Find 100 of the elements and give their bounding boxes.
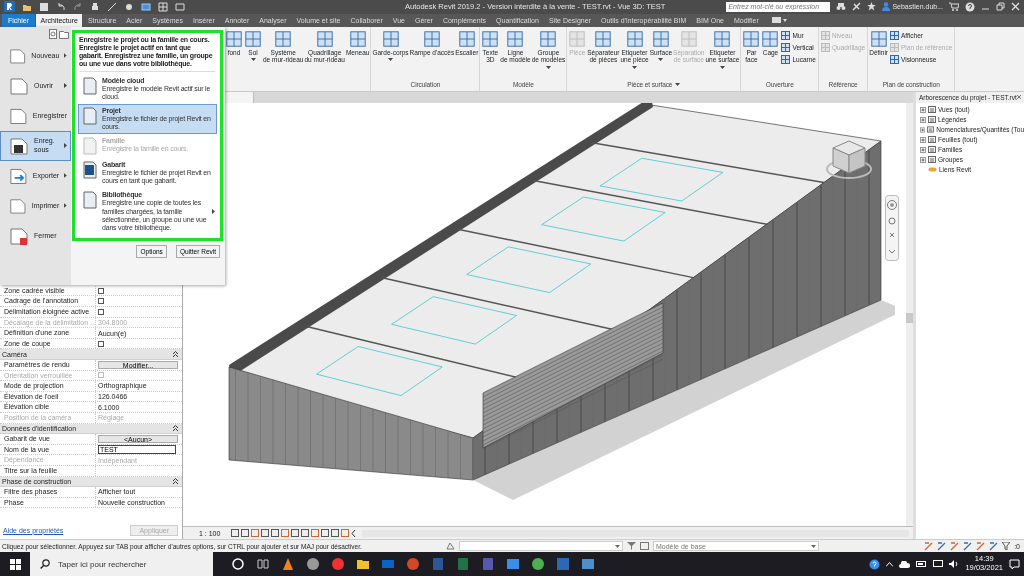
- expand-icon[interactable]: [920, 146, 926, 153]
- document-icon: [82, 191, 98, 210]
- collapse-icon: [173, 425, 178, 432]
- grid-icon: [568, 29, 587, 48]
- caret-icon: [615, 544, 620, 548]
- battery-icon[interactable]: [916, 561, 928, 567]
- folder-icon[interactable]: [59, 28, 69, 39]
- window-icon[interactable]: [506, 557, 520, 571]
- expand-icon[interactable]: [920, 106, 926, 113]
- save-icon[interactable]: [39, 2, 49, 12]
- selection-option-icon[interactable]: [976, 541, 986, 551]
- grid-icon: [594, 29, 613, 48]
- grid-icon: [422, 29, 441, 48]
- grid-icon: [820, 30, 830, 40]
- grid-icon: [890, 54, 899, 64]
- grid-icon: [890, 30, 899, 40]
- grid-icon: [481, 29, 500, 48]
- caret-icon: [545, 65, 551, 69]
- checkbox[interactable]: [98, 298, 104, 305]
- grid-icon: [651, 29, 670, 48]
- selection-option-icon[interactable]: [924, 541, 934, 551]
- windows-icon[interactable]: [10, 558, 21, 570]
- caret-icon[interactable]: [675, 83, 681, 87]
- panel-toggle-icon[interactable]: [772, 16, 789, 25]
- expand-icon[interactable]: [920, 126, 926, 133]
- folder-icon: [928, 146, 936, 154]
- document-icon[interactable]: [48, 28, 58, 39]
- grid-icon: [713, 29, 732, 48]
- grid-icon: [539, 29, 558, 48]
- line-icon[interactable]: [107, 2, 117, 12]
- folder-icon: [927, 126, 935, 134]
- help-icon[interactable]: [965, 2, 975, 12]
- redo-icon[interactable]: [73, 2, 83, 12]
- folder-icon: [928, 136, 936, 144]
- selection-option-icon[interactable]: [950, 541, 960, 551]
- submenu-arrow-icon: [212, 209, 215, 215]
- notification-icon[interactable]: [1009, 558, 1020, 570]
- grid-icon: [781, 54, 791, 64]
- grid-icon: [225, 29, 243, 48]
- app-logo-icon[interactable]: [4, 1, 15, 13]
- network-icon[interactable]: [933, 560, 944, 568]
- caret-icon: [250, 58, 256, 62]
- cloud-icon[interactable]: [899, 560, 911, 568]
- selection-option-icon[interactable]: [989, 541, 999, 551]
- taskbar-search-field[interactable]: Taper ici pour rechercher: [30, 552, 213, 576]
- help-icon[interactable]: [869, 558, 881, 570]
- workset-icon[interactable]: [640, 542, 649, 550]
- expand-icon[interactable]: [920, 156, 926, 163]
- star-icon[interactable]: [867, 2, 877, 12]
- restore-icon[interactable]: [996, 2, 1005, 12]
- app-icon[interactable]: [556, 557, 570, 571]
- filter-icon[interactable]: [1002, 542, 1011, 550]
- dropdown-field[interactable]: [459, 541, 623, 551]
- taskview-icon[interactable]: [256, 557, 270, 571]
- folder-icon: [928, 116, 936, 124]
- checkbox[interactable]: [98, 308, 104, 315]
- checkbox[interactable]: [98, 340, 104, 347]
- scroll-left-icon[interactable]: [351, 529, 356, 537]
- expand-icon[interactable]: [920, 136, 926, 143]
- cone-icon[interactable]: [281, 557, 295, 571]
- grid-icon: [890, 42, 899, 52]
- binoculars-icon[interactable]: [836, 2, 847, 12]
- document-icon: [82, 107, 98, 126]
- selection-option-icon[interactable]: [963, 541, 973, 551]
- grid-icon: [381, 29, 400, 48]
- speaker-icon[interactable]: [949, 560, 960, 568]
- expand-icon[interactable]: [920, 116, 926, 123]
- folder-icon[interactable]: [356, 557, 370, 571]
- document-icon: [9, 135, 29, 156]
- mail-icon[interactable]: [381, 557, 395, 571]
- submenu-arrow-icon: [64, 83, 67, 89]
- filter-icon[interactable]: [627, 542, 636, 550]
- folder-icon: [928, 106, 936, 114]
- grid-icon: [244, 29, 262, 48]
- grid-icon: [679, 29, 698, 48]
- caret-icon: [811, 544, 816, 548]
- caret-icon: [632, 65, 638, 69]
- cart-icon[interactable]: [949, 2, 959, 12]
- folder-icon: [928, 156, 936, 164]
- grid-icon: [820, 42, 830, 52]
- close-icon[interactable]: [1016, 94, 1021, 101]
- submenu-arrow-icon: [64, 53, 67, 59]
- grid-icon: [348, 29, 367, 48]
- box-icon[interactable]: [141, 2, 151, 12]
- checkbox[interactable]: [98, 287, 104, 294]
- navigation-bar[interactable]: [885, 194, 899, 261]
- print-icon[interactable]: [90, 2, 100, 12]
- search-icon: [40, 559, 50, 569]
- scrollbar[interactable]: [906, 102, 913, 526]
- grid-icon[interactable]: [158, 2, 168, 12]
- undo-icon[interactable]: [56, 2, 66, 12]
- grid-icon: [742, 29, 761, 48]
- window-icon[interactable]: [175, 2, 185, 12]
- document-icon: [82, 161, 98, 180]
- selection-option-icon[interactable]: [937, 541, 947, 551]
- circle-icon[interactable]: [231, 557, 245, 571]
- chevron-up-icon[interactable]: [886, 561, 894, 567]
- collapse-icon: [173, 478, 178, 485]
- window-icon[interactable]: [581, 557, 595, 571]
- grid-icon: [315, 29, 334, 48]
